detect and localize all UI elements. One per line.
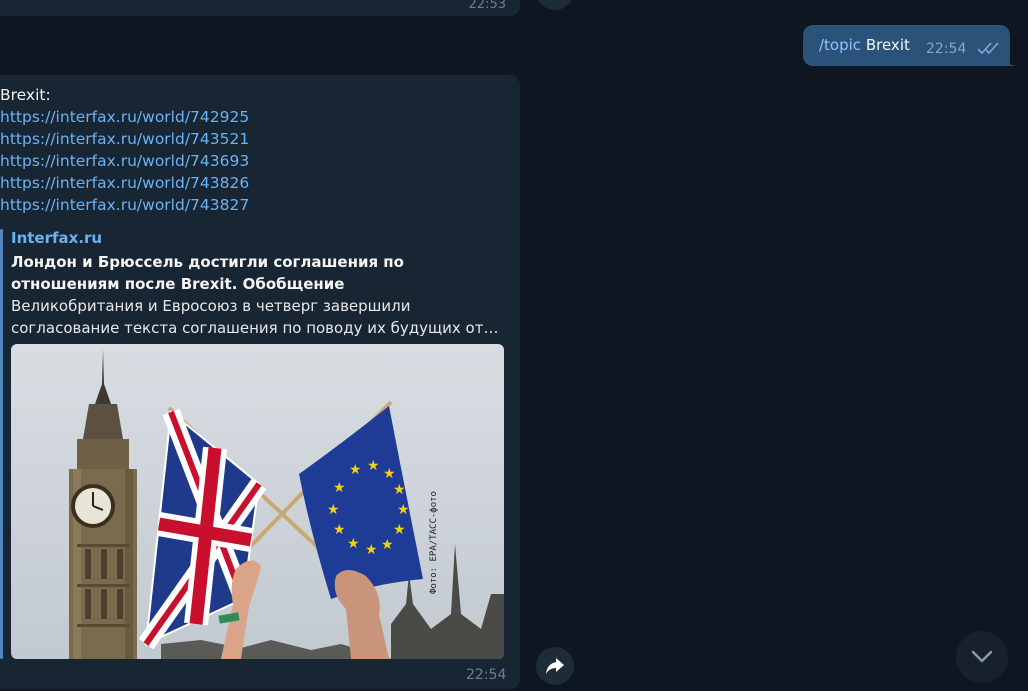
svg-text:★: ★ [397, 502, 410, 518]
message-link[interactable]: https://interfax.ru/world/743521 [0, 128, 249, 150]
chevron-down-icon [971, 650, 993, 663]
message-link[interactable]: https://interfax.ru/world/743826 [0, 172, 249, 194]
svg-text:★: ★ [327, 502, 340, 518]
share-button-top[interactable] [536, 0, 574, 10]
outgoing-message-time: 22:54 [926, 41, 967, 57]
svg-text:★: ★ [333, 522, 346, 538]
svg-text:★: ★ [365, 542, 378, 558]
message-link[interactable]: https://interfax.ru/world/743827 [0, 194, 249, 216]
preview-description: Великобритания и Евросоюз в четверг заве… [11, 295, 503, 339]
svg-text:★: ★ [367, 458, 380, 474]
share-arrow-icon [546, 658, 564, 674]
svg-text:★: ★ [393, 522, 406, 538]
command-argument: Brexit [865, 36, 910, 54]
link-preview[interactable]: Interfax.ru Лондон и Брюссель достигли с… [0, 229, 504, 659]
svg-text:★: ★ [347, 536, 360, 552]
photo-credit: Фото: EPA/ТАСС-фото [429, 491, 439, 594]
preview-accent-bar [0, 229, 3, 659]
preview-site-name: Interfax.ru [11, 229, 103, 247]
preview-description-line: Великобритания и Евросоюз в четверг заве… [11, 297, 411, 315]
previous-message-bubble: 22:53 [0, 0, 520, 16]
outgoing-message-bubble: /topic Brexit 22:54 [803, 25, 1010, 66]
svg-text:★: ★ [381, 537, 394, 553]
message-link[interactable]: https://interfax.ru/world/743693 [0, 150, 249, 172]
incoming-message-text: Brexit: https://interfax.ru/world/742925… [0, 84, 249, 216]
bot-command-link[interactable]: /topic [819, 36, 861, 54]
message-link[interactable]: https://interfax.ru/world/742925 [0, 106, 249, 128]
preview-title: Лондон и Брюссель достигли соглашения по… [11, 253, 404, 293]
svg-text:★: ★ [383, 466, 396, 482]
message-heading: Brexit: [0, 86, 51, 104]
svg-text:★: ★ [349, 462, 362, 478]
preview-photo[interactable]: ★ ★ ★ ★ ★ ★ ★ ★ ★ ★ ★ ★ Фото: EPA/ТАСС-ф… [11, 344, 504, 659]
double-check-icon [977, 42, 999, 55]
incoming-message-time: 22:54 [466, 667, 507, 683]
share-button[interactable] [536, 647, 574, 685]
svg-text:★: ★ [333, 480, 346, 496]
previous-message-time: 22:53 [468, 0, 506, 12]
svg-text:★: ★ [393, 482, 406, 498]
outgoing-message-text: /topic Brexit [819, 36, 910, 54]
bubble-tail [1003, 56, 1017, 66]
brexit-flags-photo: ★ ★ ★ ★ ★ ★ ★ ★ ★ ★ ★ ★ Фото: EPA/ТАСС-ф… [11, 344, 504, 659]
scroll-down-button[interactable] [956, 631, 1008, 683]
preview-description-line: согласование текста соглашения по поводу… [11, 319, 503, 337]
